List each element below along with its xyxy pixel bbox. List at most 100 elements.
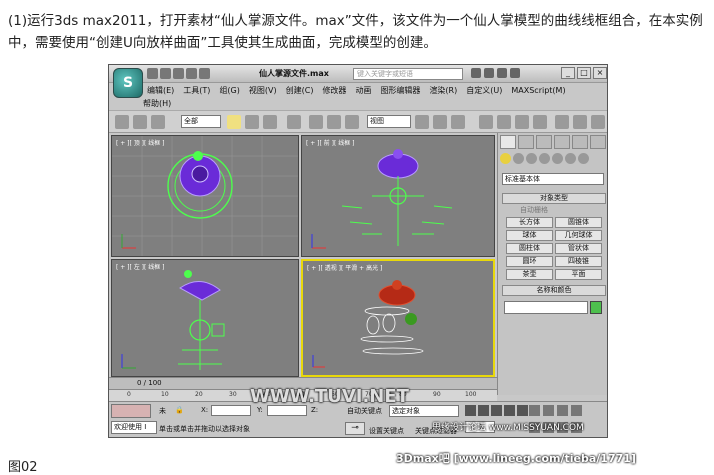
autogrid-checkbox[interactable]: 自动栅格 bbox=[520, 205, 548, 215]
cylinder-button[interactable]: 圆柱体 bbox=[506, 243, 553, 254]
create-tab-icon[interactable] bbox=[500, 135, 516, 149]
viewport-front-label[interactable]: [ + ][ 前 ][ 线框 ] bbox=[306, 138, 355, 147]
geosphere-button[interactable]: 几何球体 bbox=[555, 230, 602, 241]
viewport-top-label[interactable]: [ + ][ 顶 ][ 线框 ] bbox=[116, 138, 165, 147]
binoculars-icon[interactable] bbox=[471, 68, 481, 78]
snaps-toggle-icon[interactable] bbox=[479, 115, 493, 129]
menu-views[interactable]: 视图(V) bbox=[249, 85, 277, 96]
menu-group[interactable]: 组(G) bbox=[219, 85, 239, 96]
viewport-perspective[interactable]: [ + ][ 透视 ][ 平滑 + 高光 ] bbox=[301, 259, 495, 377]
link-icon[interactable] bbox=[115, 115, 129, 129]
select-by-name-icon[interactable] bbox=[245, 115, 259, 129]
utilities-tab-icon[interactable] bbox=[590, 135, 606, 149]
open-file-icon[interactable] bbox=[160, 68, 171, 79]
play-icon[interactable] bbox=[491, 405, 502, 416]
maximize-button[interactable]: □ bbox=[577, 67, 591, 79]
subscription-icon[interactable] bbox=[484, 68, 494, 78]
go-to-start-icon[interactable] bbox=[465, 405, 476, 416]
name-color-rollout[interactable]: 名称和颜色 bbox=[502, 285, 606, 296]
menu-customize[interactable]: 自定义(U) bbox=[466, 85, 502, 96]
pivot-center-icon[interactable] bbox=[415, 115, 429, 129]
reference-coordinate-dropdown[interactable]: 视图 bbox=[367, 115, 411, 128]
unlink-icon[interactable] bbox=[133, 115, 147, 129]
window-crossing-icon[interactable] bbox=[287, 115, 301, 129]
app-menu-button[interactable]: S bbox=[113, 68, 143, 98]
zoom-all-icon[interactable] bbox=[543, 405, 554, 416]
menu-create[interactable]: 创建(C) bbox=[286, 85, 314, 96]
pyramid-button[interactable]: 四棱锥 bbox=[555, 256, 602, 267]
auto-key-button[interactable]: 自动关键点 bbox=[347, 406, 382, 416]
menu-rendering[interactable]: 渲染(R) bbox=[429, 85, 457, 96]
zoom-extents-icon[interactable] bbox=[557, 405, 568, 416]
minimize-button[interactable]: _ bbox=[561, 67, 575, 79]
viewport-left-label[interactable]: [ + ][ 左 ][ 线框 ] bbox=[116, 262, 165, 271]
helpers-icon[interactable] bbox=[552, 153, 563, 164]
viewport-left[interactable]: [ + ][ 左 ][ 线框 ] bbox=[111, 259, 299, 377]
save-file-icon[interactable] bbox=[173, 68, 184, 79]
cameras-icon[interactable] bbox=[539, 153, 550, 164]
maxscript-listener[interactable] bbox=[111, 404, 151, 418]
zoom-icon[interactable] bbox=[529, 405, 540, 416]
display-tab-icon[interactable] bbox=[572, 135, 588, 149]
object-type-rollout[interactable]: 对象类型 bbox=[502, 193, 606, 204]
sphere-button[interactable]: 球体 bbox=[506, 230, 553, 241]
primitive-type-dropdown[interactable]: 标准基本体 bbox=[502, 173, 604, 185]
viewport-perspective-label[interactable]: [ + ][ 透视 ][ 平滑 + 高光 ] bbox=[307, 263, 382, 272]
x-coordinate-input[interactable] bbox=[211, 405, 251, 416]
menu-tools[interactable]: 工具(T) bbox=[183, 85, 210, 96]
new-file-icon[interactable] bbox=[147, 68, 158, 79]
star-icon[interactable] bbox=[497, 68, 507, 78]
go-to-end-icon[interactable] bbox=[517, 405, 528, 416]
viewport-front[interactable]: [ + ][ 前 ][ 线框 ] bbox=[301, 135, 495, 257]
select-manipulate-icon[interactable] bbox=[433, 115, 447, 129]
angle-snap-icon[interactable] bbox=[497, 115, 511, 129]
cone-button[interactable]: 圆锥体 bbox=[555, 217, 602, 228]
rectangle-selection-icon[interactable] bbox=[263, 115, 277, 129]
lights-icon[interactable] bbox=[526, 153, 537, 164]
menu-graph-editors[interactable]: 图形编辑器 bbox=[380, 85, 420, 96]
hierarchy-tab-icon[interactable] bbox=[536, 135, 552, 149]
help-icon[interactable] bbox=[510, 68, 520, 78]
shapes-icon[interactable] bbox=[513, 153, 524, 164]
redo-icon[interactable] bbox=[199, 68, 210, 79]
key-icon[interactable]: ⊸ bbox=[345, 422, 365, 435]
mirror-icon[interactable] bbox=[573, 115, 587, 129]
bind-spacewarp-icon[interactable] bbox=[151, 115, 165, 129]
menu-edit[interactable]: 编辑(E) bbox=[147, 85, 174, 96]
select-object-icon[interactable] bbox=[227, 115, 241, 129]
zoom-extents-all-icon[interactable] bbox=[571, 405, 582, 416]
move-icon[interactable] bbox=[309, 115, 323, 129]
torus-button[interactable]: 圆环 bbox=[506, 256, 553, 267]
set-key-button[interactable]: 设置关键点 bbox=[369, 426, 404, 436]
modify-tab-icon[interactable] bbox=[518, 135, 534, 149]
menu-animation[interactable]: 动画 bbox=[355, 85, 371, 96]
geometry-icon[interactable] bbox=[500, 153, 511, 164]
undo-icon[interactable] bbox=[186, 68, 197, 79]
rotate-icon[interactable] bbox=[327, 115, 341, 129]
selection-filter-dropdown[interactable]: 全部 bbox=[181, 115, 221, 128]
tube-button[interactable]: 管状体 bbox=[555, 243, 602, 254]
systems-icon[interactable] bbox=[578, 153, 589, 164]
edit-named-selection-icon[interactable] bbox=[555, 115, 569, 129]
welcome-field[interactable]: 欢迎使用 I bbox=[111, 421, 157, 434]
keyboard-shortcut-icon[interactable] bbox=[451, 115, 465, 129]
align-icon[interactable] bbox=[591, 115, 605, 129]
menu-modifiers[interactable]: 修改器 bbox=[322, 85, 346, 96]
menu-help[interactable]: 帮助(H) bbox=[143, 98, 171, 109]
viewport-top[interactable]: [ + ][ 顶 ][ 线框 ] bbox=[111, 135, 299, 257]
spinner-snap-icon[interactable] bbox=[533, 115, 547, 129]
scale-icon[interactable] bbox=[345, 115, 359, 129]
spacewarps-icon[interactable] bbox=[565, 153, 576, 164]
percent-snap-icon[interactable] bbox=[515, 115, 529, 129]
box-button[interactable]: 长方体 bbox=[506, 217, 553, 228]
next-frame-icon[interactable] bbox=[504, 405, 515, 416]
plane-button[interactable]: 平面 bbox=[555, 269, 602, 280]
menu-maxscript[interactable]: MAXScript(M) bbox=[511, 86, 565, 95]
teapot-button[interactable]: 茶壶 bbox=[506, 269, 553, 280]
motion-tab-icon[interactable] bbox=[554, 135, 570, 149]
close-button[interactable]: × bbox=[593, 67, 607, 79]
previous-frame-icon[interactable] bbox=[478, 405, 489, 416]
object-color-swatch[interactable] bbox=[590, 301, 602, 314]
object-name-field[interactable] bbox=[504, 301, 588, 314]
lock-selection-icon[interactable]: 🔒 bbox=[175, 406, 184, 414]
